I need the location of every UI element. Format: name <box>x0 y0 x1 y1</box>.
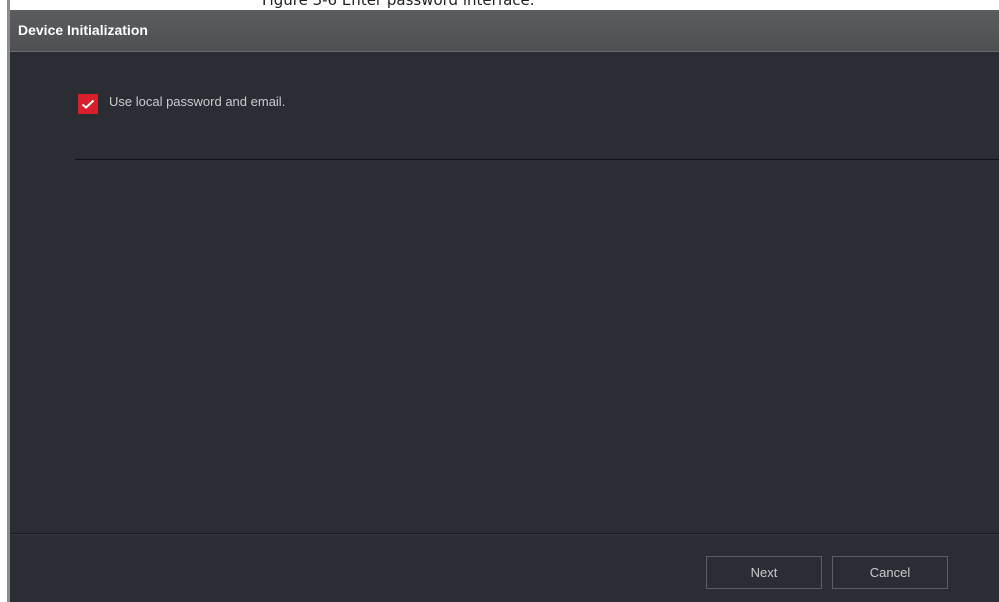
figure-caption: Figure 3-6 Enter password interface. <box>262 0 535 9</box>
cancel-button[interactable]: Cancel <box>832 556 948 589</box>
dialog-titlebar: Device Initialization <box>10 10 999 52</box>
next-button[interactable]: Next <box>706 556 822 589</box>
use-local-password-label[interactable]: Use local password and email. <box>109 94 285 109</box>
section-divider <box>75 159 999 160</box>
dialog-title: Device Initialization <box>18 22 148 38</box>
footer-divider-highlight <box>10 534 999 535</box>
window-left-edge <box>0 0 10 602</box>
device-initialization-dialog: Device Initialization Use local password… <box>10 10 999 602</box>
page: Device Initialization Use local password… <box>0 0 999 602</box>
checkmark-icon <box>81 99 95 109</box>
use-local-password-checkbox[interactable] <box>78 94 98 114</box>
